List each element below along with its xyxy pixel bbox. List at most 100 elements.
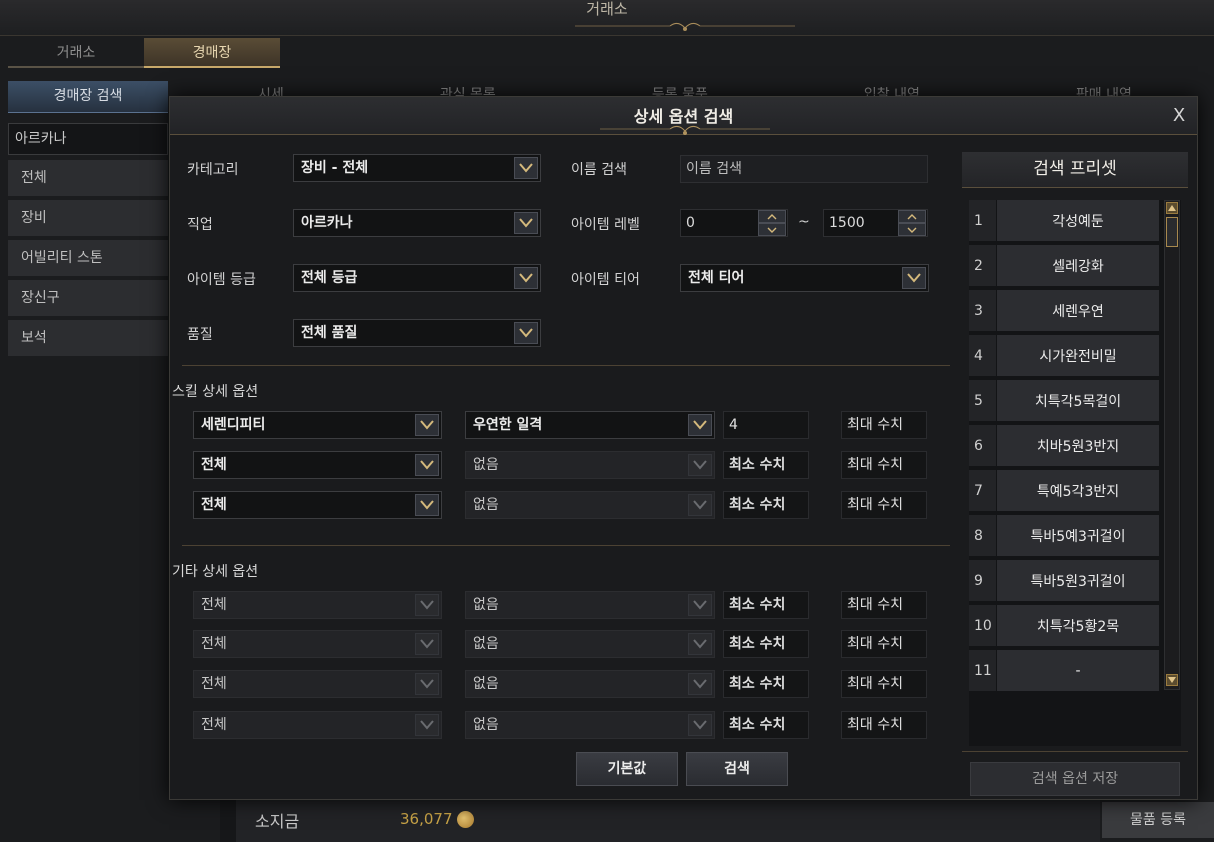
skill-max-input-1[interactable]: 최대 수치 (841, 411, 927, 439)
preset-name[interactable]: 특예5각3반지 (997, 470, 1159, 511)
preset-item[interactable]: 8 특바5예3귀걸이 (969, 515, 1181, 556)
chevron-down-icon[interactable] (688, 673, 712, 695)
preset-name[interactable]: - (997, 650, 1159, 691)
search-button[interactable]: 검색 (686, 752, 788, 786)
preset-item[interactable]: 5 치특각5목걸이 (969, 380, 1181, 421)
category-item-accessory[interactable]: 장신구 (8, 280, 168, 316)
preset-item[interactable]: 2 셀레강화 (969, 245, 1181, 286)
skill-option-select-1[interactable]: 세렌디피티 (193, 411, 442, 439)
preset-item[interactable]: 1 각성예둔 (969, 200, 1181, 241)
chevron-down-icon[interactable] (514, 267, 538, 289)
category-item-gem[interactable]: 보석 (8, 320, 168, 356)
chevron-down-icon[interactable] (688, 414, 712, 436)
preset-name[interactable]: 각성예둔 (997, 200, 1159, 241)
skill-min-input-1[interactable]: 4 (723, 411, 809, 439)
tier-select[interactable]: 전체 티어 (680, 264, 929, 292)
skill-sub-select-2[interactable]: 없음 (465, 451, 715, 479)
stepper-down-icon[interactable] (898, 223, 926, 236)
preset-name[interactable]: 셀레강화 (997, 245, 1159, 286)
scroll-down-icon[interactable] (1166, 674, 1178, 686)
preset-name[interactable]: 특바5예3귀걸이 (997, 515, 1159, 556)
chevron-down-icon[interactable] (688, 494, 712, 516)
grade-select[interactable]: 전체 등급 (293, 264, 541, 292)
left-class-select[interactable]: 아르카나 (8, 123, 168, 155)
etc-sub-select-1[interactable]: 없음 (465, 591, 715, 619)
preset-item[interactable]: 6 치바5원3반지 (969, 425, 1181, 466)
preset-item[interactable]: 9 특바5원3귀걸이 (969, 560, 1181, 601)
chevron-down-icon[interactable] (688, 594, 712, 616)
stepper-up-icon[interactable] (758, 210, 786, 223)
item-level-max-stepper[interactable] (898, 210, 926, 236)
category-item-all[interactable]: 전체 (8, 160, 168, 196)
skill-option-select-2[interactable]: 전체 (193, 451, 442, 479)
chevron-down-icon[interactable] (902, 267, 926, 289)
register-item-button[interactable]: 물품 등록 (1102, 802, 1214, 838)
etc-max-input-1[interactable]: 최대 수치 (841, 591, 927, 619)
chevron-down-icon[interactable] (514, 212, 538, 234)
etc-sub-select-3[interactable]: 없음 (465, 670, 715, 698)
stepper-up-icon[interactable] (898, 210, 926, 223)
scroll-thumb[interactable] (1166, 217, 1178, 247)
preset-name[interactable]: 시가완전비밀 (997, 335, 1159, 376)
chevron-down-icon[interactable] (415, 714, 439, 736)
preset-item[interactable]: 3 세렌우연 (969, 290, 1181, 331)
chevron-down-icon[interactable] (415, 414, 439, 436)
chevron-down-icon[interactable] (415, 633, 439, 655)
etc-min-input-3[interactable]: 최소 수치 (723, 670, 809, 698)
chevron-down-icon[interactable] (514, 322, 538, 344)
name-search-input[interactable]: 이름 검색 (680, 155, 928, 183)
reset-default-button[interactable]: 기본값 (576, 752, 678, 786)
chevron-down-icon[interactable] (688, 633, 712, 655)
preset-name[interactable]: 치바5원3반지 (997, 425, 1159, 466)
preset-name[interactable]: 특바5원3귀걸이 (997, 560, 1159, 601)
chevron-down-icon[interactable] (688, 454, 712, 476)
etc-max-input-3[interactable]: 최대 수치 (841, 670, 927, 698)
chevron-down-icon[interactable] (688, 714, 712, 736)
preset-name[interactable]: 치특각5황2목 (997, 605, 1159, 646)
skill-option-select-3[interactable]: 전체 (193, 491, 442, 519)
scroll-up-icon[interactable] (1166, 202, 1178, 214)
preset-scrollbar[interactable] (1164, 200, 1180, 690)
close-button[interactable]: X (1166, 104, 1192, 128)
preset-name[interactable]: 치특각5목걸이 (997, 380, 1159, 421)
etc-option-select-1[interactable]: 전체 (193, 591, 442, 619)
skill-min-input-2[interactable]: 최소 수치 (723, 451, 809, 479)
auction-search-header[interactable]: 경매장 검색 (8, 81, 168, 113)
tab-auction[interactable]: 경매장 (144, 38, 280, 68)
preset-item[interactable]: 11- (969, 650, 1181, 691)
chevron-down-icon[interactable] (415, 594, 439, 616)
etc-min-input-1[interactable]: 최소 수치 (723, 591, 809, 619)
chevron-down-icon[interactable] (415, 494, 439, 516)
skill-max-input-2[interactable]: 최대 수치 (841, 451, 927, 479)
etc-max-input-4[interactable]: 최대 수치 (841, 711, 927, 739)
etc-min-input-4[interactable]: 최소 수치 (723, 711, 809, 739)
preset-item[interactable]: 7 특예5각3반지 (969, 470, 1181, 511)
chevron-down-icon[interactable] (415, 673, 439, 695)
skill-max-input-3[interactable]: 최대 수치 (841, 491, 927, 519)
etc-max-input-2[interactable]: 최대 수치 (841, 630, 927, 658)
chevron-down-icon[interactable] (415, 454, 439, 476)
preset-item[interactable]: 10 치특각5황2목 (969, 605, 1181, 646)
skill-sub-select-1[interactable]: 우연한 일격 (465, 411, 715, 439)
chevron-down-icon[interactable] (514, 157, 538, 179)
skill-sub-select-3[interactable]: 없음 (465, 491, 715, 519)
stepper-down-icon[interactable] (758, 223, 786, 236)
etc-min-input-2[interactable]: 최소 수치 (723, 630, 809, 658)
quality-label: 품질 (187, 327, 213, 343)
category-select[interactable]: 장비 - 전체 (293, 154, 541, 182)
class-select[interactable]: 아르카나 (293, 209, 541, 237)
etc-option-select-2[interactable]: 전체 (193, 630, 442, 658)
etc-sub-select-2[interactable]: 없음 (465, 630, 715, 658)
skill-min-input-3[interactable]: 최소 수치 (723, 491, 809, 519)
etc-option-select-4[interactable]: 전체 (193, 711, 442, 739)
preset-item[interactable]: 4 시가완전비밀 (969, 335, 1181, 376)
preset-name[interactable]: 세렌우연 (997, 290, 1159, 331)
save-search-option-button[interactable]: 검색 옵션 저장 (970, 762, 1180, 796)
category-item-equipment[interactable]: 장비 (8, 200, 168, 236)
category-item-ability-stone[interactable]: 어빌리티 스톤 (8, 240, 168, 276)
etc-sub-select-4[interactable]: 없음 (465, 711, 715, 739)
tab-exchange[interactable]: 거래소 (8, 38, 144, 68)
item-level-min-stepper[interactable] (758, 210, 786, 236)
quality-select[interactable]: 전체 품질 (293, 319, 541, 347)
etc-option-select-3[interactable]: 전체 (193, 670, 442, 698)
